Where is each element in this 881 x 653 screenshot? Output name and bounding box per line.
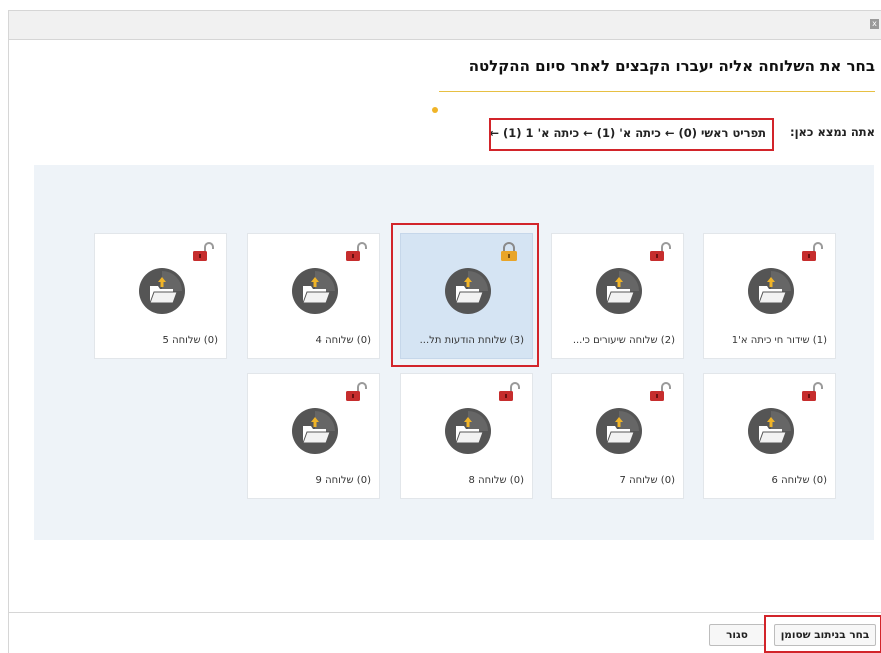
folder-upload-icon <box>748 268 794 314</box>
red-open-lock-icon <box>802 242 823 261</box>
extension-label: (0) שלוחה 7 <box>619 475 675 486</box>
breadcrumb[interactable]: תפריט ראשי (0) ← כיתה א' (1) ← כיתה א' 1… <box>489 118 774 151</box>
red-open-lock-icon <box>802 382 823 401</box>
folder-upload-icon <box>445 268 491 314</box>
folder-upload-icon <box>596 268 642 314</box>
gold-lock-icon <box>501 242 517 261</box>
close-button[interactable]: סגור <box>709 624 765 646</box>
folder-upload-icon <box>596 408 642 454</box>
extension-tile-3[interactable]: (3) שלוחת הודעות תל... <box>400 233 533 359</box>
select-marked-route-button[interactable]: בחר בניתוב שסומן <box>774 624 876 646</box>
extension-label: (0) שלוחה 5 <box>162 335 218 346</box>
extension-label: (0) שלוחה 8 <box>468 475 524 486</box>
extension-tile-9[interactable]: (0) שלוחה 9 <box>247 373 380 499</box>
extension-tile-2[interactable]: (2) שלוחה שיעורים כי... <box>551 233 684 359</box>
extension-label: (1) שידור חי כיתה א'1 <box>731 335 827 346</box>
select-extension-dialog: בחר את השלוחה אליה יעברו הקבצים לאחר סיו… <box>8 40 881 653</box>
red-open-lock-icon <box>346 242 367 261</box>
footer-divider <box>9 612 881 613</box>
red-open-lock-icon <box>650 382 671 401</box>
location-label: אתה נמצא כאן: <box>790 125 875 139</box>
extension-tile-4[interactable]: (0) שלוחה 4 <box>247 233 380 359</box>
extension-label: (0) שלוחה 6 <box>771 475 827 486</box>
red-open-lock-icon <box>499 382 520 401</box>
red-open-lock-icon <box>193 242 214 261</box>
red-open-lock-icon <box>346 382 367 401</box>
dialog-title: בחר את השלוחה אליה יעברו הקבצים לאחר סיו… <box>468 57 875 75</box>
extension-label: (2) שלוחה שיעורים כי... <box>572 335 675 346</box>
loading-dot <box>432 107 438 113</box>
extension-label: (3) שלוחת הודעות תל... <box>419 335 524 346</box>
title-underline <box>439 91 875 92</box>
extensions-grid: (1) שידור חי כיתה א'1 (2) שלוחה שיעורים … <box>34 165 874 540</box>
extension-label: (0) שלוחה 9 <box>315 475 371 486</box>
extension-tile-6[interactable]: (0) שלוחה 6 <box>703 373 836 499</box>
folder-upload-icon <box>445 408 491 454</box>
close-icon[interactable]: x <box>870 19 879 29</box>
extension-tile-7[interactable]: (0) שלוחה 7 <box>551 373 684 499</box>
folder-upload-icon <box>139 268 185 314</box>
extension-tile-1[interactable]: (1) שידור חי כיתה א'1 <box>703 233 836 359</box>
extension-label: (0) שלוחה 4 <box>315 335 371 346</box>
folder-upload-icon <box>748 408 794 454</box>
folder-upload-icon <box>292 268 338 314</box>
extension-tile-5[interactable]: (0) שלוחה 5 <box>94 233 227 359</box>
extension-tile-8[interactable]: (0) שלוחה 8 <box>400 373 533 499</box>
red-open-lock-icon <box>650 242 671 261</box>
window-titlebar: x <box>8 10 881 40</box>
folder-upload-icon <box>292 408 338 454</box>
